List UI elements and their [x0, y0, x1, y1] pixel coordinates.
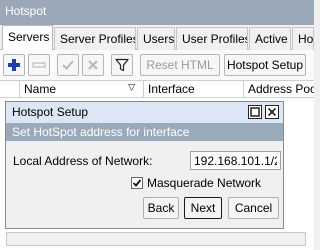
hotspot-setup-button[interactable]: Hotspot Setup [224, 54, 306, 76]
tab-hosts[interactable]: Ho [292, 27, 314, 50]
add-button[interactable] [3, 54, 25, 76]
masquerade-label: Masquerade Network [147, 176, 262, 190]
masquerade-network-option[interactable]: Masquerade Network [131, 176, 261, 190]
window-title: Hotspot [0, 0, 314, 25]
header-spacer [0, 81, 20, 97]
local-address-input[interactable] [190, 151, 281, 170]
column-header-name[interactable]: Name ▽ [20, 81, 144, 97]
enable-button[interactable] [57, 54, 79, 76]
remove-button[interactable] [28, 54, 50, 76]
filter-button[interactable] [111, 54, 133, 76]
local-address-label: Local Address of Network: [13, 154, 153, 168]
minus-icon [32, 62, 46, 68]
dialog-subtitle: Set HotSpot address for interface [6, 123, 283, 141]
reset-html-button[interactable]: Reset HTML [140, 54, 220, 76]
disable-button[interactable] [82, 54, 104, 76]
tab-server-profiles[interactable]: Server Profiles [54, 27, 136, 50]
column-header-interface[interactable]: Interface [144, 81, 244, 97]
checkmark-icon [132, 179, 142, 187]
toolbar: Reset HTML Hotspot Setup [0, 50, 314, 80]
hotspot-setup-dialog: Hotspot Setup Set HotSpot address for in… [5, 101, 284, 229]
column-header-label: Name [24, 82, 57, 96]
tab-bar: Servers Server Profiles Users User Profi… [0, 25, 314, 50]
back-button[interactable]: Back [143, 197, 179, 219]
plus-icon [8, 59, 20, 71]
tab-user-profiles[interactable]: User Profiles [176, 27, 248, 50]
close-button[interactable] [265, 105, 279, 119]
cancel-button[interactable]: Cancel [228, 197, 279, 219]
dialog-title: Hotspot Setup [12, 105, 89, 119]
column-header-address-pool[interactable]: Address Pool [244, 81, 314, 97]
maximize-button[interactable] [248, 105, 262, 119]
filter-icon [115, 58, 129, 72]
status-bar [6, 232, 306, 246]
tab-servers[interactable]: Servers [2, 25, 53, 50]
tab-users[interactable]: Users [137, 27, 175, 50]
close-icon [267, 107, 277, 117]
table-header: Name ▽ Interface Address Pool [0, 80, 314, 98]
sort-down-icon: ▽ [128, 82, 135, 92]
next-button[interactable]: Next [184, 197, 222, 219]
checkmark-icon [62, 60, 74, 70]
dialog-title-bar: Hotspot Setup [6, 102, 283, 123]
cross-icon [88, 60, 98, 70]
tab-active[interactable]: Active [249, 27, 291, 50]
maximize-icon [250, 107, 260, 117]
masquerade-checkbox[interactable] [131, 177, 143, 189]
